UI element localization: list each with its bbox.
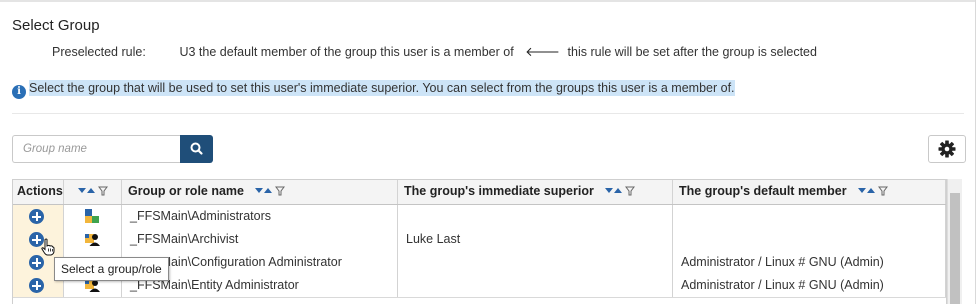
group-name-cell: _FFSMain\Administrators	[122, 205, 398, 228]
gear-icon	[938, 140, 956, 158]
preselected-label: Preselected rule:	[52, 45, 146, 59]
groups-table: Actions Group or role name The group's i…	[12, 179, 947, 304]
settings-button[interactable]	[928, 135, 966, 163]
default-member-cell: Administrator / Linux # GNU (Admin)	[673, 251, 946, 274]
group-icon	[85, 209, 99, 223]
column-header-immediate-superior[interactable]: The group's immediate superior	[398, 180, 673, 204]
preselected-rule: Preselected rule: U3 the default member …	[52, 44, 817, 60]
search-button[interactable]	[180, 135, 213, 163]
column-header-type[interactable]	[64, 180, 122, 204]
column-header-default-member[interactable]: The group's default member	[673, 180, 946, 204]
column-header-immediate-superior-label: The group's immediate superior	[404, 184, 594, 198]
info-text: Select the group that will be used to se…	[29, 80, 735, 96]
sort-icon[interactable]	[78, 181, 108, 204]
column-header-actions: Actions	[13, 180, 64, 204]
table-row[interactable]: _FFSMain\Administrators	[13, 205, 946, 229]
dialog-title: Select Group	[12, 17, 100, 34]
scrollbar-thumb[interactable]	[950, 193, 960, 304]
add-circle-icon[interactable]	[29, 209, 44, 224]
default-member-cell	[673, 228, 946, 251]
add-tooltip: Select a group/role	[54, 257, 169, 281]
group-search-input[interactable]: Group name	[12, 135, 180, 163]
top-divider	[0, 0, 976, 2]
immediate-superior-cell	[398, 251, 673, 274]
column-header-group-name[interactable]: Group or role name	[122, 180, 398, 204]
actions-cell	[13, 228, 64, 251]
immediate-superior-cell	[398, 205, 673, 228]
table-header: Actions Group or role name The group's i…	[13, 180, 946, 205]
default-member-cell	[673, 205, 946, 228]
column-header-actions-label: Actions	[17, 184, 63, 198]
type-cell	[64, 205, 122, 228]
add-circle-icon[interactable]	[29, 255, 44, 270]
column-header-group-name-label: Group or role name	[128, 184, 244, 198]
preselected-note: this rule will be set after the group is…	[567, 45, 817, 59]
group-name-cell: _FFSMain\Archivist	[122, 228, 398, 251]
preselected-value: U3 the default member of the group this …	[179, 45, 514, 59]
table-scrollbar[interactable]	[947, 179, 962, 304]
sort-icon[interactable]	[858, 181, 889, 204]
immediate-superior-cell: Luke Last	[398, 228, 673, 251]
default-member-cell: Administrator / Linux # GNU (Admin)	[673, 274, 946, 297]
sort-icon[interactable]	[255, 181, 286, 204]
section-divider	[12, 113, 964, 114]
table-row[interactable]: _FFSMain\Archivist Luke Last	[13, 228, 946, 252]
column-header-default-member-label: The group's default member	[679, 184, 847, 198]
search-icon	[190, 142, 203, 155]
type-cell	[64, 228, 122, 251]
add-circle-icon[interactable]	[29, 278, 44, 293]
info-icon: i	[12, 85, 26, 99]
sort-icon[interactable]	[605, 181, 636, 204]
arrow-left-icon: 🡐	[525, 44, 561, 59]
immediate-superior-cell	[398, 274, 673, 297]
role-icon	[85, 234, 100, 246]
hand-cursor-icon	[41, 238, 55, 256]
info-message: i Select the group that will be used to s…	[12, 79, 735, 99]
actions-cell	[13, 205, 64, 228]
